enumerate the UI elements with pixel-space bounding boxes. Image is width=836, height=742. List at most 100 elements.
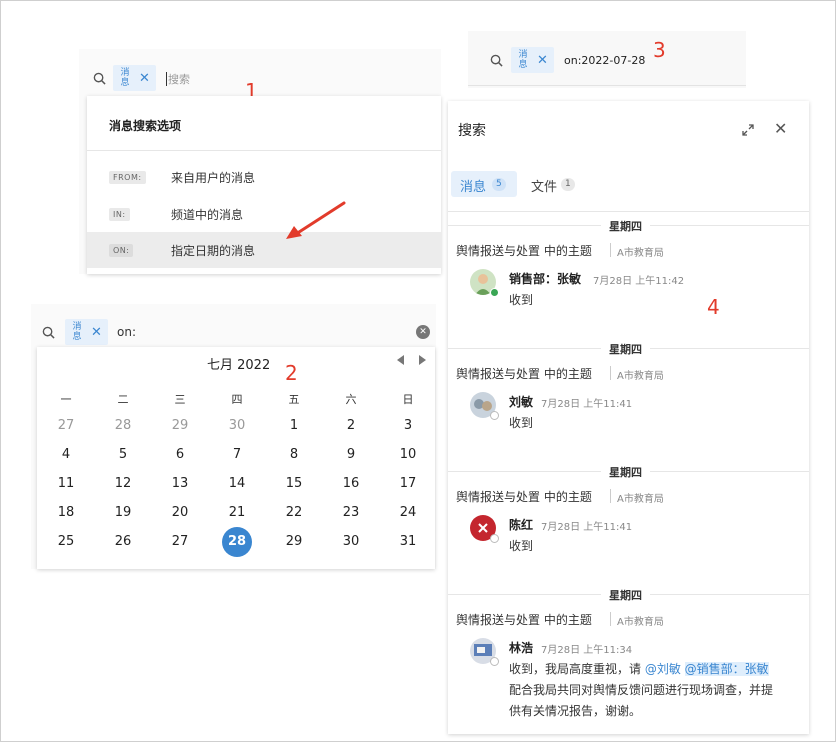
mention-link[interactable]: @刘敏	[645, 662, 681, 676]
calendar-day[interactable]: 30	[222, 411, 252, 441]
calendar-day[interactable]: 29	[279, 527, 309, 557]
option-key: ON:	[109, 244, 134, 257]
search-options-menu: 消息搜索选项 FROM: 来自用户的消息 IN: 频道中的消息 ON: 指定日期…	[87, 96, 441, 274]
calendar-day[interactable]: 3	[393, 411, 423, 441]
calendar-day[interactable]: 2	[336, 411, 366, 441]
calendar-day[interactable]: 24	[393, 498, 423, 528]
calendar-day[interactable]: 25	[51, 527, 81, 557]
calendar-day[interactable]: 13	[165, 469, 195, 499]
search-icon	[93, 72, 106, 85]
calendar-day[interactable]: 20	[165, 498, 195, 528]
tag-label: 消息	[120, 68, 130, 88]
option-key: IN:	[109, 208, 130, 221]
calendar-day[interactable]: 6	[165, 440, 195, 470]
topic-title[interactable]: 舆情报送与处置 中的主题	[456, 242, 592, 259]
status-online-icon	[490, 288, 499, 297]
topic-divider	[610, 612, 611, 626]
option-in[interactable]: IN: 频道中的消息	[87, 199, 441, 229]
channel-name[interactable]: A市教育局	[617, 367, 664, 382]
result-item[interactable]: 星期四 舆情报送与处置 中的主题 A市教育局 刘敏 7月28日 上午11:41 …	[448, 338, 809, 438]
search-caret	[166, 72, 167, 86]
topic-title[interactable]: 舆情报送与处置 中的主题	[456, 365, 592, 382]
message-scope-tag[interactable]: 消息 ✕	[65, 319, 108, 345]
panel-title: 搜索	[458, 123, 486, 139]
result-item[interactable]: 星期四 舆情报送与处置 中的主题 A市教育局 陈红 7月28日 上午11:41 …	[448, 461, 809, 561]
calendar-day[interactable]: 16	[336, 469, 366, 499]
option-on[interactable]: ON: 指定日期的消息	[87, 232, 441, 268]
calendar-day[interactable]: 14	[222, 469, 252, 499]
search-input[interactable]: 搜索	[168, 71, 190, 87]
prev-month-icon[interactable]	[397, 355, 404, 365]
channel-name[interactable]: A市教育局	[617, 490, 664, 505]
calendar-day[interactable]: 5	[108, 440, 138, 470]
calendar-day[interactable]: 15	[279, 469, 309, 499]
tab-messages[interactable]: 消息 5	[451, 171, 517, 197]
next-month-icon[interactable]	[419, 355, 426, 365]
tab-count-badge: 1	[561, 178, 575, 191]
message-text: 收到	[509, 539, 534, 553]
weekday-header: 六	[345, 393, 357, 406]
search-icon	[42, 326, 55, 339]
calendar-day[interactable]: 19	[108, 498, 138, 528]
result-item[interactable]: 星期四 舆情报送与处置 中的主题 A市教育局 销售部：张敏 7月28日 上午11…	[448, 215, 809, 315]
clear-icon[interactable]: ✕	[416, 325, 430, 339]
topic-title[interactable]: 舆情报送与处置 中的主题	[456, 488, 592, 505]
calendar-day[interactable]: 22	[279, 498, 309, 528]
username[interactable]: 陈红	[509, 516, 533, 533]
status-offline-icon	[490, 534, 499, 543]
result-item[interactable]: 星期四 舆情报送与处置 中的主题 A市教育局 林浩 7月28日 上午11:34 …	[448, 584, 809, 729]
day-label: 星期四	[601, 341, 650, 357]
annotation-3: 3	[653, 38, 666, 62]
calendar-day[interactable]: 23	[336, 498, 366, 528]
calendar-day[interactable]: 29	[165, 411, 195, 441]
tag-remove-icon[interactable]: ✕	[91, 325, 102, 340]
panel-search-options: 消息 ✕ 搜索 1 消息搜索选项 FROM: 来自用户的消息 IN: 频道中的消…	[79, 49, 441, 274]
panel-search-date: 消息 ✕ on:2022-07-28 3	[468, 31, 746, 88]
message-text-part: 收到，我局高度重视，请	[509, 662, 645, 676]
option-from[interactable]: FROM: 来自用户的消息	[87, 162, 441, 192]
calendar-day[interactable]: 26	[108, 527, 138, 557]
calendar-day[interactable]: 18	[51, 498, 81, 528]
username[interactable]: 销售部：张敏	[509, 270, 581, 287]
calendar-day[interactable]: 28	[108, 411, 138, 441]
tab-label: 消息	[460, 180, 487, 195]
calendar-day[interactable]: 8	[279, 440, 309, 470]
calendar-day[interactable]: 21	[222, 498, 252, 528]
calendar-day[interactable]: 4	[51, 440, 81, 470]
calendar-day[interactable]: 27	[165, 527, 195, 557]
calendar-day[interactable]: 11	[51, 469, 81, 499]
topic-title[interactable]: 舆情报送与处置 中的主题	[456, 611, 592, 628]
calendar-day-selected[interactable]: 28	[222, 527, 252, 557]
username[interactable]: 刘敏	[509, 393, 533, 410]
calendar-day[interactable]: 1	[279, 411, 309, 441]
calendar-day[interactable]: 30	[336, 527, 366, 557]
message-text: 收到，我局高度重视，请 @刘敏 @销售部：张敏	[509, 660, 769, 677]
search-underline	[468, 85, 746, 86]
calendar-day[interactable]: 12	[108, 469, 138, 499]
calendar-day[interactable]: 17	[393, 469, 423, 499]
tab-files[interactable]: 文件 1	[528, 171, 588, 197]
expand-icon[interactable]	[740, 122, 756, 138]
day-label: 星期四	[601, 218, 650, 234]
timestamp: 7月28日 上午11:42	[593, 276, 685, 287]
message-scope-tag[interactable]: 消息 ✕	[511, 47, 554, 73]
message-text: 收到	[509, 416, 534, 430]
close-icon[interactable]: ✕	[774, 119, 787, 138]
calendar-day[interactable]: 9	[336, 440, 366, 470]
calendar-day[interactable]: 10	[393, 440, 423, 470]
mention-link-highlighted[interactable]: @销售部：张敏	[684, 662, 769, 676]
message-text: 配合我局共同对舆情反馈问题进行现场调查，并提	[509, 683, 774, 697]
search-input[interactable]: on:	[117, 325, 136, 339]
calendar-day[interactable]: 7	[222, 440, 252, 470]
search-input[interactable]: on:2022-07-28	[564, 54, 645, 67]
message-scope-tag[interactable]: 消息 ✕	[113, 65, 156, 91]
calendar-day[interactable]: 31	[393, 527, 423, 557]
channel-name[interactable]: A市教育局	[617, 613, 664, 628]
tag-remove-icon[interactable]: ✕	[139, 71, 150, 86]
tag-remove-icon[interactable]: ✕	[537, 53, 548, 68]
channel-name[interactable]: A市教育局	[617, 244, 664, 259]
username[interactable]: 林浩	[509, 639, 533, 656]
search-icon	[490, 54, 503, 67]
calendar-day[interactable]: 27	[51, 411, 81, 441]
status-offline-icon	[490, 411, 499, 420]
